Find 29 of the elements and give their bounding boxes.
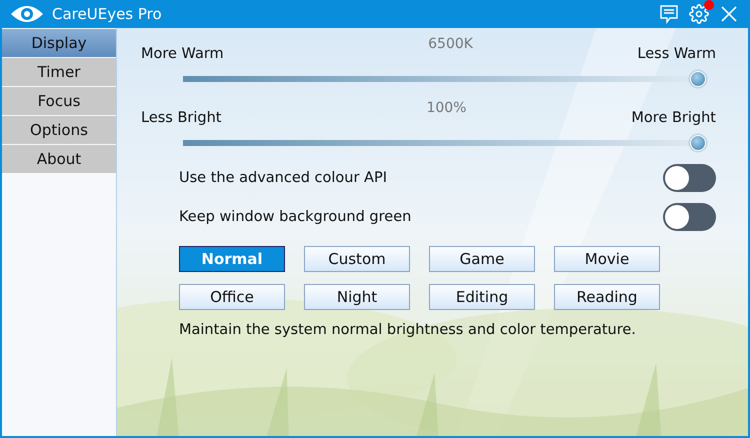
slider-label: Less Bright — [141, 110, 222, 126]
preset-button[interactable]: Custom — [304, 246, 410, 272]
toggle-switch[interactable] — [663, 164, 716, 192]
preset-description: Maintain the system normal brightness and color temperature. — [179, 322, 637, 338]
slider-thumb[interactable] — [690, 135, 706, 151]
toggle-switch[interactable] — [663, 203, 716, 231]
eye-icon — [10, 4, 44, 24]
window-title: CareUEyes Pro — [52, 5, 163, 23]
slider-thumb[interactable] — [690, 71, 706, 87]
preset-button[interactable]: Office — [179, 284, 285, 310]
sidebar-item[interactable]: Timer — [2, 58, 116, 86]
slider-label: More Warm — [141, 46, 224, 62]
sidebar-item[interactable]: Focus — [2, 87, 116, 115]
preset-button[interactable]: Editing — [429, 284, 535, 310]
sidebar-item[interactable]: About — [2, 145, 116, 173]
slider-label: More Bright — [631, 110, 716, 126]
sidebar-item[interactable]: Display — [2, 29, 116, 57]
sidebar-item[interactable]: Options — [2, 116, 116, 144]
slider-reading: 6500K — [428, 36, 473, 52]
slider-label: Less Warm — [637, 46, 716, 62]
toggle-label: Use the advanced colour API — [179, 170, 387, 186]
slider-reading: 100% — [426, 100, 466, 116]
message-icon[interactable] — [658, 3, 680, 25]
preset-button[interactable]: Game — [429, 246, 535, 272]
preset-button[interactable]: Movie — [554, 246, 660, 272]
preset-button[interactable]: Normal — [179, 246, 285, 272]
preset-button[interactable]: Night — [304, 284, 410, 310]
preset-button[interactable]: Reading — [554, 284, 660, 310]
toggle-label: Keep window background green — [179, 209, 412, 225]
